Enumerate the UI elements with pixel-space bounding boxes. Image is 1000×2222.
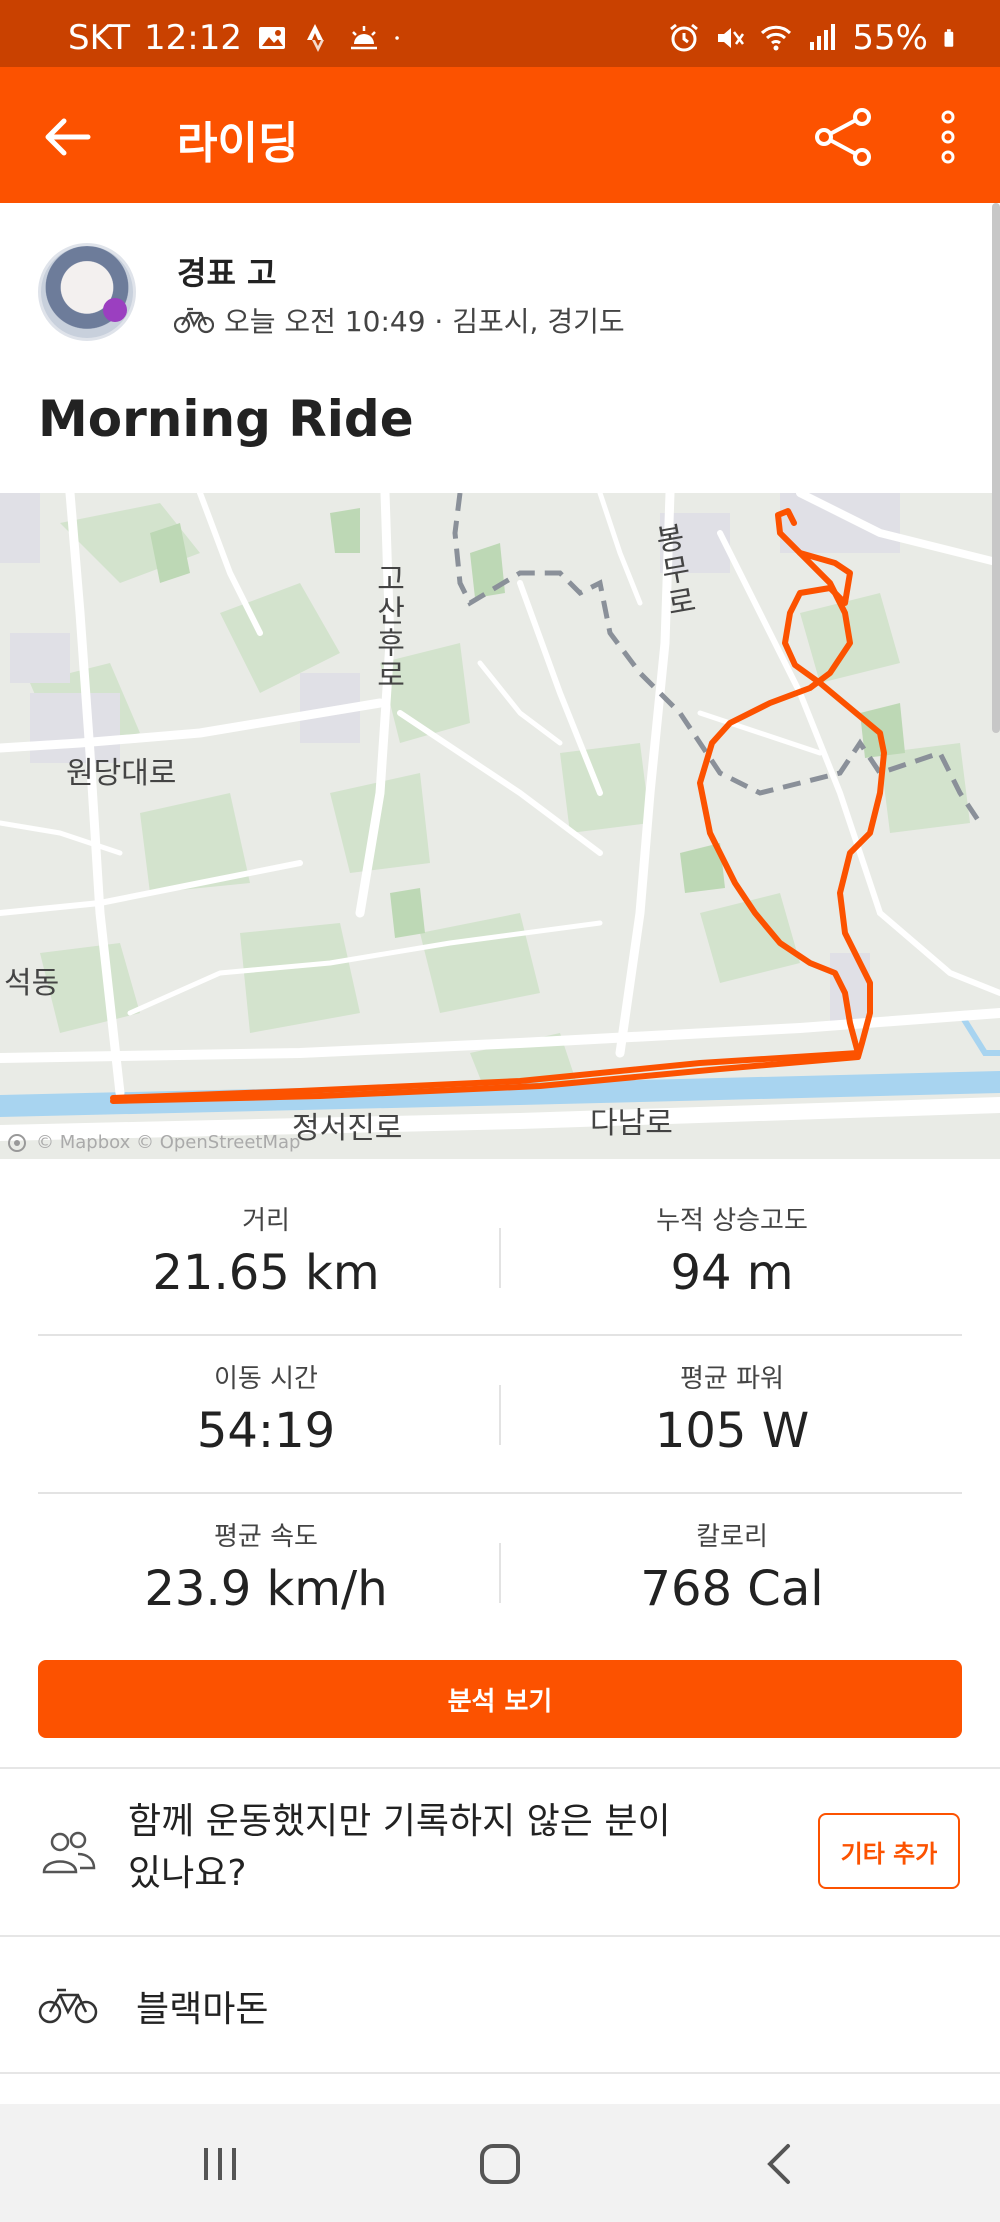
signal-icon	[810, 24, 836, 50]
page-title: 라이딩	[177, 118, 299, 169]
stat-divider	[499, 1385, 501, 1445]
add-others-button[interactable]: 기타 추가	[818, 1813, 960, 1889]
stat-label: 평균 속도	[214, 1522, 318, 1552]
dot-icon	[395, 36, 399, 40]
battery-percent: 55%	[852, 18, 928, 58]
mute-icon	[718, 28, 745, 48]
home-icon[interactable]	[470, 2138, 530, 2190]
stat-distance: 거리 21.65 km	[36, 1200, 496, 1301]
stat-value: 768 Cal	[640, 1561, 824, 1617]
activity-meta-text: 오늘 오전 10:49 · 김포시, 경기도	[224, 305, 625, 338]
section-divider	[0, 2072, 1000, 2074]
avatar-badge	[103, 298, 127, 322]
activity-meta: 오늘 오전 10:49 · 김포시, 경기도	[174, 300, 625, 340]
map-label-wondang: 원당대로	[66, 756, 177, 791]
weather-icon	[351, 26, 377, 50]
stat-value: 54:19	[196, 1403, 336, 1459]
stat-value: 21.65 km	[152, 1245, 380, 1301]
map-label-seokdong: 석동	[4, 966, 60, 1001]
map-label-gosanhu: 고산후로	[370, 563, 405, 691]
map-label-jeongseo: 정서진로	[292, 1111, 403, 1146]
stat-label: 거리	[242, 1206, 290, 1236]
stat-moving-time: 이동 시간 54:19	[36, 1358, 496, 1459]
map-attribution-text: © Mapbox © OpenStreetMap	[36, 1132, 301, 1153]
stat-avg-power: 평균 파워 105 W	[502, 1358, 962, 1459]
stat-avg-speed: 평균 속도 23.9 km/h	[36, 1516, 496, 1617]
system-nav-bar	[0, 2104, 1000, 2222]
stat-divider	[499, 1228, 501, 1288]
stat-value: 23.9 km/h	[144, 1561, 388, 1617]
athlete-name[interactable]: 경표 고	[177, 248, 276, 294]
share-icon[interactable]	[812, 105, 876, 169]
stat-value: 105 W	[654, 1403, 810, 1459]
image-icon	[259, 27, 285, 49]
carrier-label: SKT	[68, 18, 131, 58]
strava-icon	[307, 24, 324, 52]
more-vertical-icon[interactable]	[930, 105, 966, 169]
bicycle-icon	[174, 307, 214, 334]
activity-title: Morning Ride	[38, 390, 414, 448]
stat-divider	[499, 1543, 501, 1603]
app-bar: 라이딩	[0, 67, 1000, 203]
section-divider	[0, 1935, 1000, 1937]
back-icon[interactable]	[750, 2138, 810, 2190]
stat-elevation: 누적 상승고도 94 m	[502, 1200, 962, 1301]
map-attribution[interactable]: © Mapbox © OpenStreetMap	[8, 1132, 300, 1153]
people-icon	[42, 1831, 96, 1874]
bicycle-icon	[38, 1988, 98, 2024]
scrollbar-thumb[interactable]	[992, 203, 1000, 733]
battery-icon	[944, 29, 954, 47]
stat-label: 누적 상승고도	[656, 1206, 808, 1236]
row-divider	[38, 1334, 962, 1336]
prompt-line-1: 함께 운동했지만 기록하지 않은 분이	[128, 1801, 671, 1842]
avatar[interactable]	[38, 243, 136, 341]
map-canvas	[0, 493, 1000, 1141]
prompt-line-2: 있나요?	[128, 1853, 247, 1894]
recent-apps-icon[interactable]	[190, 2138, 250, 2190]
route-map[interactable]: 원당대로 고산후로 봉무로 석동 정서진로 다남로 © Mapbox © Ope…	[0, 493, 1000, 1159]
alarm-icon	[670, 23, 699, 52]
gear-name[interactable]: 블랙마돈	[136, 1980, 268, 2032]
stat-label: 칼로리	[696, 1522, 768, 1552]
back-arrow-icon[interactable]	[40, 109, 96, 165]
row-divider	[38, 1492, 962, 1494]
stat-value: 94 m	[670, 1245, 794, 1301]
stat-label: 평균 파워	[680, 1364, 784, 1394]
mapbox-logo-icon	[8, 1133, 26, 1152]
status-bar: SKT 12:12 55%	[0, 0, 1000, 67]
clock: 12:12	[144, 18, 242, 58]
map-label-danam: 다남로	[590, 1106, 673, 1141]
wifi-icon	[761, 25, 792, 51]
view-analysis-button[interactable]: 분석 보기	[38, 1660, 962, 1738]
section-divider	[0, 1767, 1000, 1769]
unrecorded-partners-prompt: 함께 운동했지만 기록하지 않은 분이 있나요?	[128, 1796, 768, 1900]
stat-calories: 칼로리 768 Cal	[502, 1516, 962, 1617]
stat-label: 이동 시간	[214, 1364, 318, 1394]
